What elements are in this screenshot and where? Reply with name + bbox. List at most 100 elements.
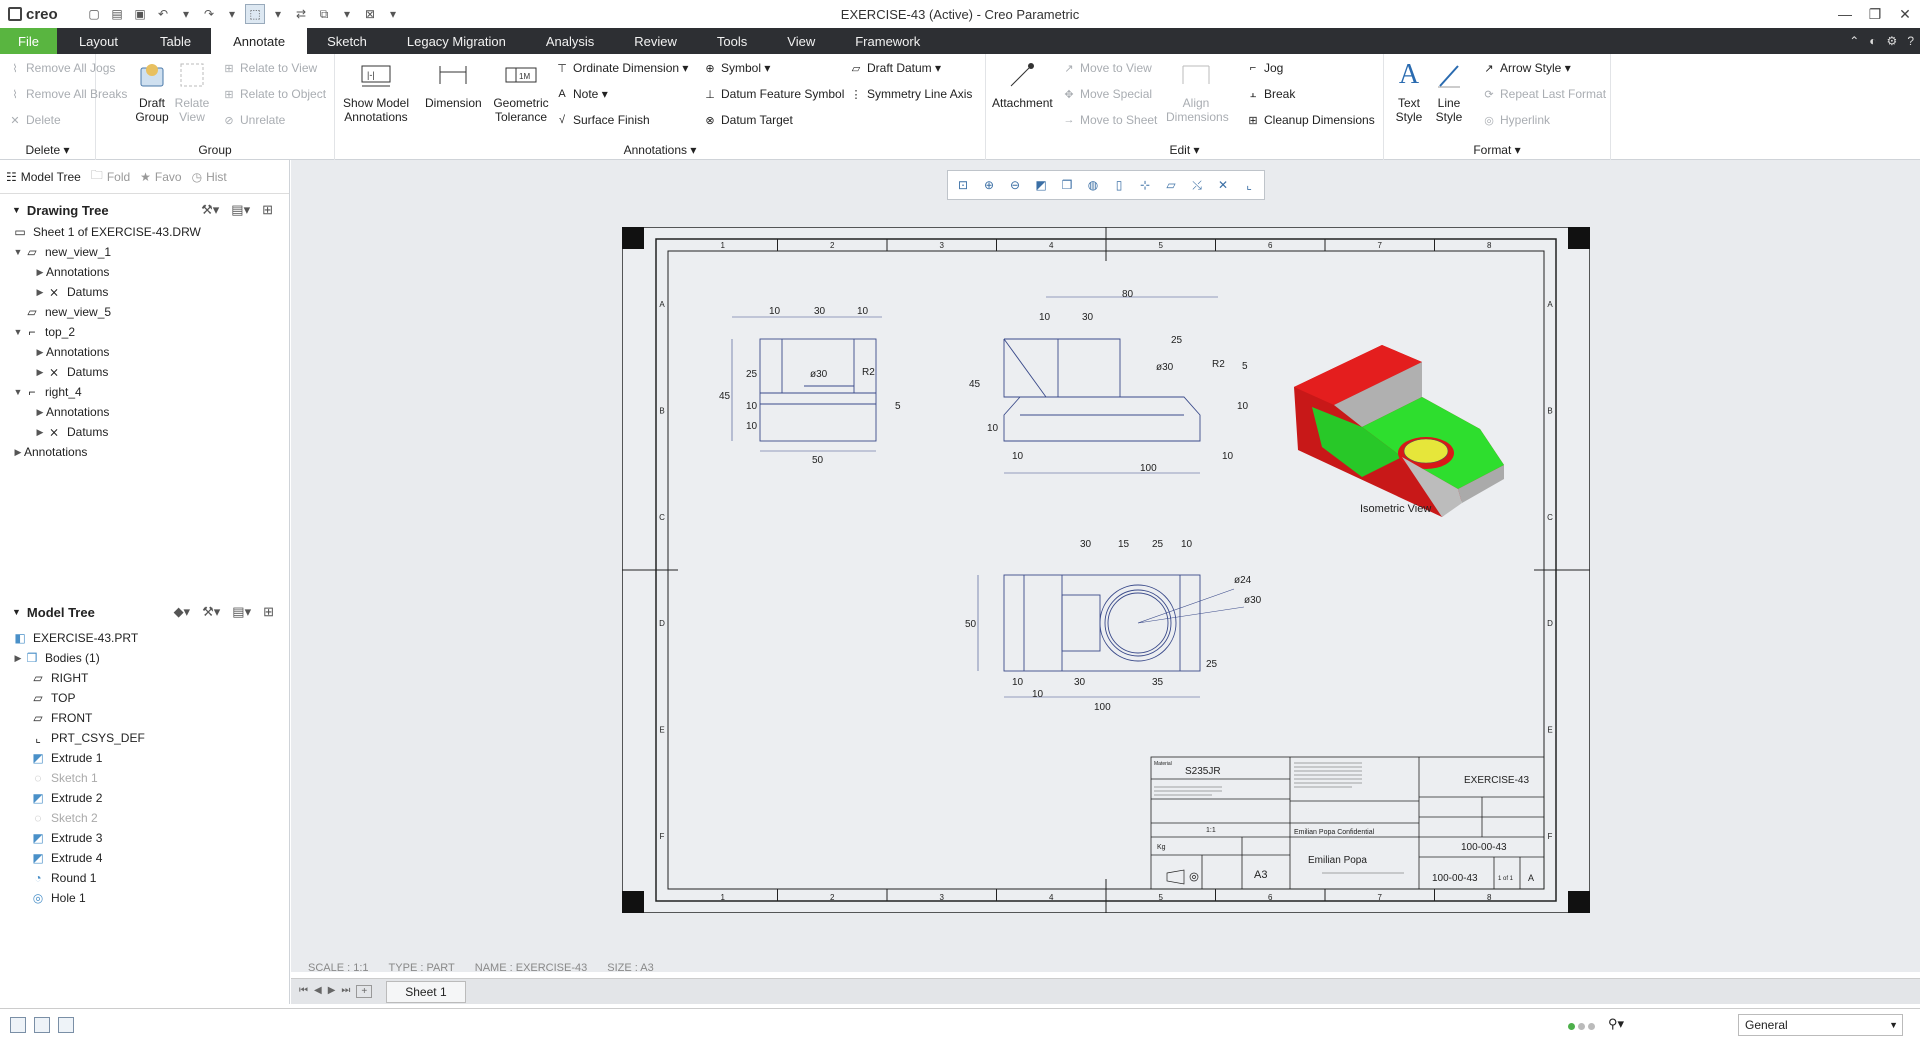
move-to-sheet-button[interactable]: → Move to Sheet xyxy=(1062,113,1158,127)
tree-filter-icon[interactable]: ▤▾ xyxy=(231,202,250,218)
save-icon[interactable]: ▣ xyxy=(130,4,150,24)
hyperlink-button[interactable]: ◎ Hyperlink xyxy=(1482,113,1550,127)
jog-button[interactable]: ⌐ Jog xyxy=(1246,61,1284,75)
collapse-icon[interactable]: ▼ xyxy=(12,607,21,617)
delete-button[interactable]: ✕ Delete xyxy=(8,113,60,127)
arrow-style-button[interactable]: ↗ Arrow Style ▾ xyxy=(1482,61,1570,75)
relate-to-object-button[interactable]: ⊞ Relate to Object xyxy=(222,87,326,101)
tree-node-annotations[interactable]: ▶ Annotations xyxy=(0,402,289,422)
symbol-button[interactable]: ⊕ Symbol ▾ xyxy=(703,61,770,75)
relate-to-view-button[interactable]: ⊞ Relate to View xyxy=(222,61,317,75)
last-sheet-icon[interactable]: ⏭ xyxy=(341,985,350,998)
tree-node-sheet[interactable]: ▭ Sheet 1 of EXERCISE-43.DRW xyxy=(0,222,289,242)
attachment-button[interactable]: Attachment xyxy=(992,58,1053,110)
tab-tools[interactable]: Tools xyxy=(697,28,767,54)
browser-icon[interactable] xyxy=(34,1017,50,1033)
tab-annotate[interactable]: Annotate xyxy=(211,28,308,54)
tab-analysis[interactable]: Analysis xyxy=(526,28,614,54)
tree-node-top-plane[interactable]: ▱ TOP xyxy=(0,688,290,708)
tree-node-extrude-4[interactable]: ◩ Extrude 4 xyxy=(0,848,290,868)
open-folder-icon[interactable]: ▤ xyxy=(107,4,127,24)
tree-node-annotations[interactable]: ▶ Annotations xyxy=(0,342,289,362)
next-sheet-icon[interactable]: ▶ xyxy=(328,985,336,998)
tree-node-datums[interactable]: ▶ ⨯ Datums xyxy=(0,422,289,442)
tree-settings-icon[interactable]: ⚒▾ xyxy=(201,202,219,218)
maximize-icon[interactable]: ❐ xyxy=(1860,0,1890,28)
windows-dropdown-icon[interactable]: ▾ xyxy=(337,4,357,24)
tree-node-hole-1[interactable]: ◎ Hole 1 xyxy=(0,888,290,908)
tree-node-sketch-2[interactable]: ◌ Sketch 2 xyxy=(0,808,290,828)
tree-node-sketch-1[interactable]: ◌ Sketch 1 xyxy=(0,768,290,788)
redo-icon[interactable]: ↷ xyxy=(199,4,219,24)
tree-node-extrude-2[interactable]: ◩ Extrude 2 xyxy=(0,788,290,808)
dimension-button[interactable]: Dimension xyxy=(425,58,482,110)
close-icon[interactable]: ✕ xyxy=(1890,0,1920,28)
tab-view[interactable]: View xyxy=(767,28,835,54)
plane-display-icon[interactable]: ▱ xyxy=(1160,174,1182,196)
tree-node-top-2[interactable]: ▼ ⌐ top_2 xyxy=(0,322,289,342)
point-display-icon[interactable]: ✕ xyxy=(1212,174,1234,196)
help-icon[interactable]: ? xyxy=(1907,34,1914,48)
tree-columns-icon[interactable]: ⊞ xyxy=(262,202,273,218)
tree-filter-icon[interactable]: ▤▾ xyxy=(232,604,251,620)
draft-datum-button[interactable]: ▱ Draft Datum ▾ xyxy=(849,61,941,75)
tree-node-new-view-1[interactable]: ▼ ▱ new_view_1 xyxy=(0,242,289,262)
expand-icon[interactable]: ▶ xyxy=(12,447,24,458)
tab-folder-browser[interactable]: 🗀 Fold xyxy=(91,166,130,187)
move-special-button[interactable]: ✥ Move Special xyxy=(1062,87,1152,101)
customize-toolbar-icon[interactable]: ▾ xyxy=(383,4,403,24)
windows-icon[interactable]: ⧉ xyxy=(314,4,334,24)
collapse-icon[interactable]: ▼ xyxy=(12,205,21,215)
axis-display-icon[interactable]: ⤯ xyxy=(1186,174,1208,196)
settings-icon[interactable]: ⚙ xyxy=(1887,34,1898,48)
sheet-display-icon[interactable]: ▯ xyxy=(1108,174,1130,196)
expand-icon[interactable]: ▶ xyxy=(12,653,24,664)
draft-group-button[interactable]: Draft Group xyxy=(132,58,172,124)
tab-legacy-migration[interactable]: Legacy Migration xyxy=(387,28,526,54)
expand-icon[interactable]: ▶ xyxy=(34,427,46,438)
tree-node-bodies[interactable]: ▶ ❒ Bodies (1) xyxy=(0,648,290,668)
tree-node-round-1[interactable]: ◔ Round 1 xyxy=(0,868,290,888)
tree-node-part[interactable]: ◧ EXERCISE-43.PRT xyxy=(0,628,290,648)
expand-icon[interactable]: ▶ xyxy=(34,267,46,278)
line-style-button[interactable]: Line Style xyxy=(1432,58,1466,124)
zoom-out-icon[interactable]: ⊖ xyxy=(1004,174,1026,196)
annotations-group-label[interactable]: Annotations ▾ xyxy=(335,143,985,157)
close-window-icon[interactable]: ⊠ xyxy=(360,4,380,24)
tree-node-front-plane[interactable]: ▱ FRONT xyxy=(0,708,290,728)
sheet-tab[interactable]: Sheet 1 xyxy=(386,980,466,1003)
first-sheet-icon[interactable]: ⏮ xyxy=(299,985,308,998)
surface-finish-button[interactable]: √ Surface Finish xyxy=(555,113,650,127)
datum-target-button[interactable]: ⊗ Datum Target xyxy=(703,113,792,127)
tab-file[interactable]: File xyxy=(0,28,57,54)
align-dimensions-button[interactable]: Align Dimensions xyxy=(1166,58,1229,124)
datum-feature-symbol-button[interactable]: ⊥ Datum Feature Symbol xyxy=(703,87,844,101)
tree-node-annotations[interactable]: ▶ Annotations xyxy=(0,262,289,282)
tab-favorites[interactable]: ★ Favo xyxy=(140,170,181,184)
expand-icon[interactable]: ▶ xyxy=(34,367,46,378)
find-icon[interactable]: ⚲▾ xyxy=(1608,1016,1624,1032)
repaint-icon[interactable]: ◩ xyxy=(1030,174,1052,196)
edit-group-label[interactable]: Edit ▾ xyxy=(986,143,1383,157)
undo-icon[interactable]: ↶ xyxy=(153,4,173,24)
selection-box-icon[interactable]: ⬚ xyxy=(245,4,265,24)
expand-icon[interactable]: ▼ xyxy=(12,247,24,257)
undo-dropdown-icon[interactable]: ▾ xyxy=(176,4,196,24)
tab-table[interactable]: Table xyxy=(140,28,211,54)
relate-view-button[interactable]: Relate View xyxy=(172,58,212,124)
tree-node-datums[interactable]: ▶ ⨯ Datums xyxy=(0,282,289,302)
full-screen-icon[interactable] xyxy=(58,1017,74,1033)
ordinate-dimension-button[interactable]: ⊤ Ordinate Dimension ▾ xyxy=(555,61,688,75)
drawing-sheet[interactable]: 1122334455667788A AB BC CD DE EF F 10 30 10 ø3… xyxy=(622,227,1590,913)
shade-icon[interactable]: ◍ xyxy=(1082,174,1104,196)
toggle-navigator-icon[interactable] xyxy=(10,1017,26,1033)
expand-icon[interactable]: ▶ xyxy=(34,407,46,418)
note-button[interactable]: A Note ▾ xyxy=(555,87,607,101)
minimize-icon[interactable]: — xyxy=(1830,0,1860,28)
tree-node-extrude-3[interactable]: ◩ Extrude 3 xyxy=(0,828,290,848)
text-style-button[interactable]: A Text Style xyxy=(1392,58,1426,125)
expand-icon[interactable]: ▼ xyxy=(12,387,24,397)
collapse-ribbon-icon[interactable]: ⌃ xyxy=(1849,34,1859,48)
tree-node-right-4[interactable]: ▼ ⌐ right_4 xyxy=(0,382,289,402)
regenerate-icon[interactable]: ⇄ xyxy=(291,4,311,24)
